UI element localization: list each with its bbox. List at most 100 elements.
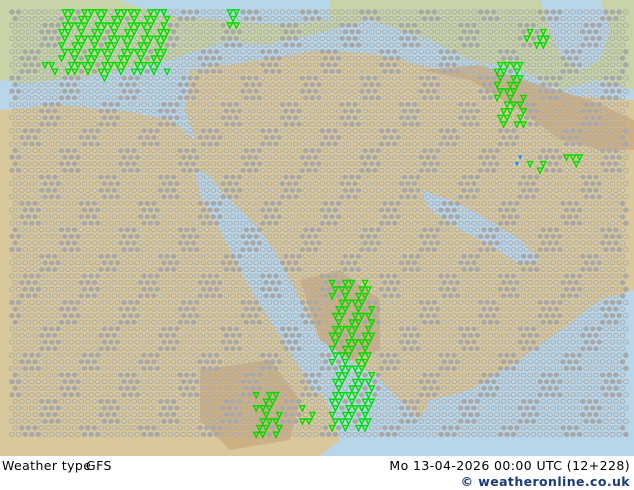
cloud-symbol (210, 213, 217, 220)
cloud-symbol (35, 352, 42, 358)
cloud-symbol (250, 95, 256, 101)
cloud-symbol (385, 286, 392, 292)
cloud-symbol (81, 220, 88, 226)
cloud-symbol (35, 207, 42, 213)
cloud-symbol (523, 114, 530, 121)
cloud-symbol (560, 279, 566, 286)
cloud-symbol (213, 128, 220, 134)
cloud-symbol (91, 293, 98, 299)
cloud-symbol (15, 154, 22, 160)
cloud-symbol (448, 293, 454, 299)
cloud-symbol (448, 68, 454, 75)
cloud-symbol (233, 101, 240, 108)
cloud-symbol (464, 326, 471, 332)
cloud-symbol (553, 95, 560, 101)
cloud-symbol (210, 134, 217, 141)
cloud-symbol (207, 352, 213, 358)
cloud-symbol (306, 9, 312, 15)
cloud-symbol (537, 154, 543, 160)
cloud-symbol (253, 167, 260, 174)
cloud-symbol (471, 326, 477, 332)
cloud-symbol (563, 128, 570, 134)
cloud-symbol (613, 240, 619, 246)
cloud-symbol (38, 108, 45, 114)
cloud-symbol (358, 75, 365, 81)
cloud-symbol (622, 128, 629, 134)
cloud-symbol (523, 339, 530, 345)
cloud-symbol (279, 35, 286, 42)
cloud-symbol (187, 9, 194, 15)
cloud-symbol (160, 180, 167, 187)
cloud-symbol (52, 108, 58, 114)
cloud-symbol (309, 15, 316, 22)
cloud-symbol (154, 286, 161, 292)
cloud-symbol (263, 200, 269, 207)
cloud-symbol (78, 68, 85, 75)
cloud-symbol (494, 147, 500, 154)
cloud-symbol (174, 194, 180, 200)
cloud-symbol (45, 253, 52, 259)
cloud-symbol (322, 68, 329, 75)
cloud-symbol (441, 134, 448, 141)
cloud-symbol (570, 220, 576, 226)
cloud-symbol (345, 114, 352, 121)
cloud-symbol (289, 345, 296, 352)
cloud-symbol (547, 15, 553, 22)
cloud-symbol (283, 187, 289, 193)
cloud-symbol (345, 35, 352, 42)
cloud-symbol (78, 213, 85, 220)
cloud-symbol (259, 352, 266, 358)
cloud-symbol (111, 266, 118, 273)
cloud-symbol (342, 29, 349, 35)
cloud-symbol (547, 95, 553, 101)
cloud-symbol (38, 187, 45, 193)
cloud-symbol (599, 161, 606, 167)
cloud-symbol (240, 154, 246, 160)
cloud-symbol (45, 187, 52, 193)
cloud-symbol (193, 167, 200, 174)
cloud-symbol (418, 88, 425, 94)
cloud-symbol (88, 352, 95, 358)
cloud-symbol (467, 345, 474, 352)
cloud-symbol (372, 246, 378, 253)
cloud-symbol (349, 108, 355, 114)
cloud-symbol (401, 332, 408, 339)
cloud-symbol (45, 42, 52, 48)
cloud-symbol (385, 207, 392, 213)
cloud-symbol (137, 293, 144, 299)
cloud-symbol (434, 15, 441, 22)
cloud-symbol (418, 246, 425, 253)
cloud-symbol (537, 246, 543, 253)
cloud-symbol (217, 55, 223, 61)
cloud-symbol (213, 62, 220, 68)
cloud-symbol (226, 339, 233, 345)
cloud-symbol (15, 167, 22, 174)
cloud-symbol (19, 200, 25, 207)
cloud-symbol (362, 161, 368, 167)
cloud-symbol (141, 207, 147, 213)
cloud-symbol (197, 279, 203, 286)
cloud-symbol (259, 48, 266, 55)
cloud-symbol (616, 154, 623, 160)
cloud-symbol (583, 35, 590, 42)
cloud-symbol (352, 114, 359, 121)
cloud-symbol (38, 253, 45, 259)
cloud-symbol (230, 29, 236, 35)
cloud-symbol (335, 213, 342, 220)
cloud-symbol (543, 88, 550, 94)
cloud-symbol (177, 227, 184, 233)
cloud-symbol (415, 29, 421, 35)
cloud-symbol (134, 154, 141, 160)
cloud-symbol (362, 95, 368, 101)
cloud-symbol (454, 200, 461, 207)
cloud-symbol (494, 306, 500, 312)
cloud-symbol (335, 293, 342, 299)
cloud-symbol (405, 35, 411, 42)
cloud-symbol (507, 279, 514, 286)
cloud-symbol (421, 15, 428, 22)
cloud-symbol (25, 359, 32, 365)
cloud-symbol (490, 246, 497, 253)
cloud-symbol (108, 114, 114, 121)
cloud-symbol (382, 213, 388, 220)
cloud-symbol (481, 161, 487, 167)
